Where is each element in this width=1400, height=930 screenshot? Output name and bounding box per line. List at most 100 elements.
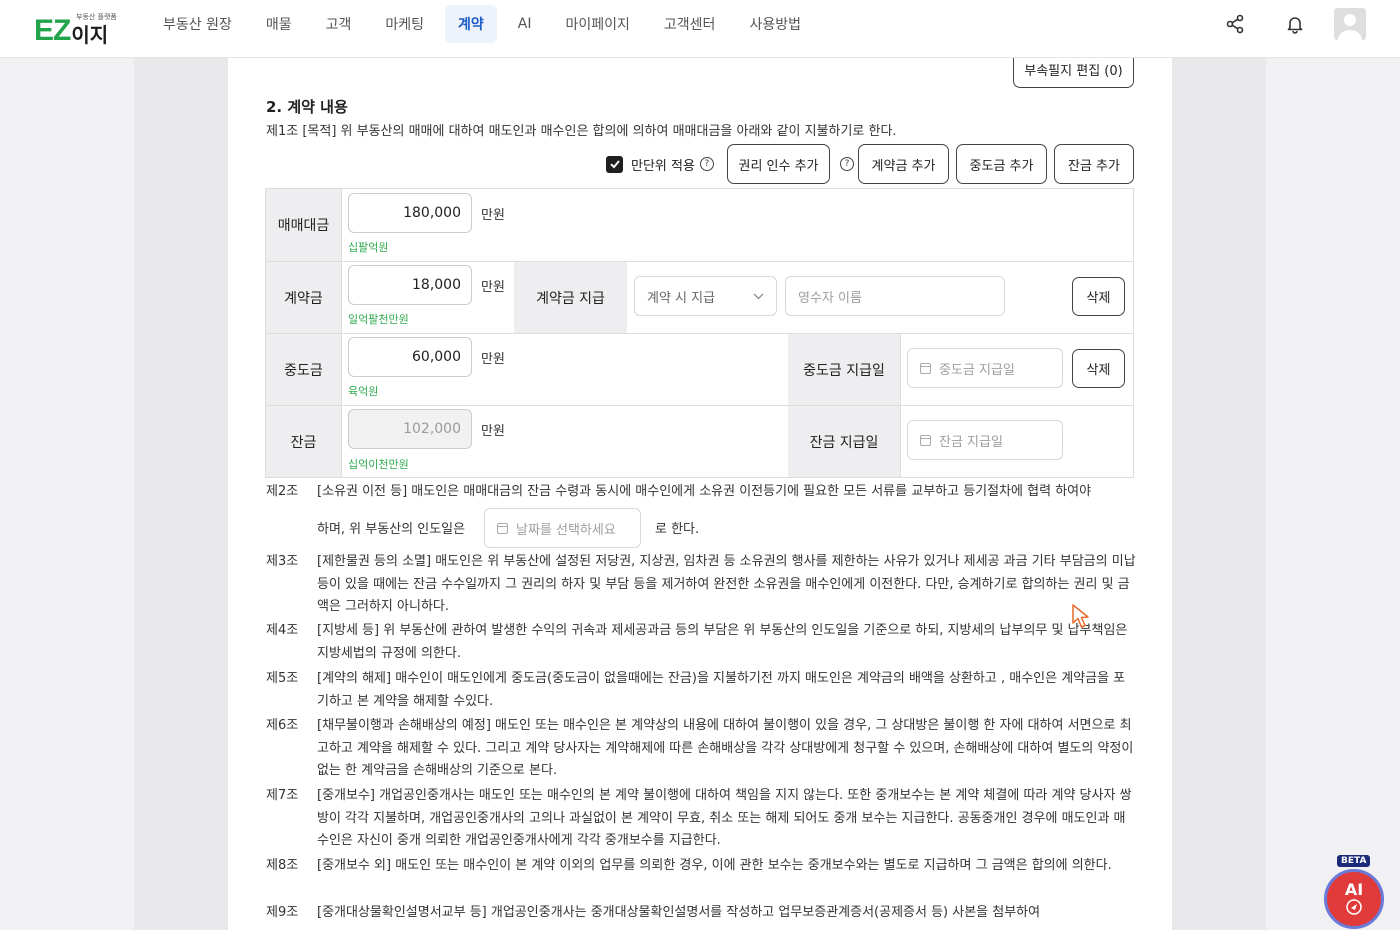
clause-number: 제7조 bbox=[266, 788, 299, 803]
middle-date-input[interactable]: 중도금 지급일 bbox=[907, 348, 1063, 388]
clause-text: [계약의 해제] 매수인이 매도인에게 중도금(중도금이 없을때에는 잔금)을 … bbox=[317, 671, 1126, 709]
delete-middle-button[interactable]: 삭제 bbox=[1072, 349, 1125, 388]
calendar-icon bbox=[920, 362, 931, 374]
row-divider bbox=[266, 261, 1133, 262]
clause-number: 제3조 bbox=[266, 554, 299, 569]
deposit-input[interactable]: 18,000 bbox=[348, 265, 472, 305]
calendar-icon bbox=[920, 434, 931, 446]
avatar[interactable] bbox=[1334, 8, 1366, 40]
receiver-name-placeholder: 영수자 이름 bbox=[798, 290, 862, 306]
clause-text: [지방세 등] 위 부동산에 관하여 발생한 수익의 귀속과 제세공과금 등의 … bbox=[317, 623, 1128, 661]
clause-3: 제3조 [제한물권 등의 소멸] 매도인은 위 부동산에 설정된 저당권, 지상… bbox=[266, 551, 1136, 619]
manwon-checkbox[interactable] bbox=[606, 155, 623, 173]
sale-price-unit: 만원 bbox=[481, 208, 505, 223]
deposit-pay-select-value: 계약 시 지급 bbox=[647, 290, 716, 306]
menu-item-contract[interactable]: 계약 bbox=[445, 5, 497, 43]
clause-2: 제2조 [소유권 이전 등] 매도인은 매매대금의 잔금 수령과 동시에 매수인… bbox=[266, 481, 1136, 504]
clause-number: 제5조 bbox=[266, 671, 299, 686]
clause-number: 제6조 bbox=[266, 718, 299, 733]
clause-text: [중개대상물확인설명서교부 등] 개업공인중개사는 중개대상물확인설명서를 작성… bbox=[317, 905, 1041, 920]
deposit-pay-label: 계약금 지급 bbox=[514, 262, 627, 333]
deposit-korean: 일억팔천만원 bbox=[348, 313, 409, 326]
section-title: 2. 계약 내용 bbox=[266, 98, 348, 116]
clause-text: [소유권 이전 등] 매도인은 매매대금의 잔금 수령과 동시에 매수인에게 소… bbox=[317, 484, 1092, 499]
row-divider bbox=[266, 333, 1133, 334]
logo-ez: EZ bbox=[34, 14, 71, 47]
menu-item-listings[interactable]: 매물 bbox=[253, 5, 305, 43]
menu-item-ai[interactable]: AI bbox=[505, 5, 545, 43]
deposit-label: 계약금 bbox=[266, 262, 341, 333]
share-icon[interactable] bbox=[1220, 9, 1250, 39]
middle-date-placeholder: 중도금 지급일 bbox=[939, 362, 1015, 378]
clause-text: [중개보수] 개업공인중개사는 매도인 또는 매수인의 본 계약 불이행에 대하… bbox=[317, 788, 1132, 848]
page-margin-right bbox=[1172, 58, 1266, 930]
clause-number: 제9조 bbox=[266, 905, 299, 920]
clause-text: [채무불이행과 손해배상의 예정] 매도인 또는 매수인은 본 계약상의 내용에… bbox=[317, 718, 1134, 778]
add-rights-button[interactable]: 권리 인수 추가 bbox=[727, 144, 830, 184]
row-divider bbox=[266, 405, 1133, 406]
clause-5: 제5조 [계약의 해제] 매수인이 매도인에게 중도금(중도금이 없을때에는 잔… bbox=[266, 668, 1136, 713]
page-margin-left bbox=[134, 58, 228, 930]
cursor-icon bbox=[1072, 604, 1089, 628]
handover-date-input[interactable]: 날짜를 선택하세요 bbox=[484, 508, 641, 548]
sale-price-label: 매매대금 bbox=[266, 189, 341, 261]
balance-date-placeholder: 잔금 지급일 bbox=[939, 434, 1003, 450]
clause-text: [중개보수 외] 매도인 또는 매수인이 본 계약 이외의 업무를 의뢰한 경우… bbox=[317, 858, 1112, 873]
menu-item-ledger[interactable]: 부동산 원장 bbox=[150, 5, 245, 43]
clause-7: 제7조 [중개보수] 개업공인중개사는 매도인 또는 매수인의 본 계약 불이행… bbox=[266, 785, 1136, 853]
manwon-label: 만단위 적용 bbox=[631, 158, 695, 174]
balance-date-label: 잔금 지급일 bbox=[788, 406, 900, 477]
menu-item-marketing[interactable]: 마케팅 bbox=[372, 5, 437, 43]
add-balance-button[interactable]: 잔금 추가 bbox=[1054, 144, 1134, 184]
balance-unit: 만원 bbox=[481, 424, 505, 439]
logo-ezi: 이지 bbox=[71, 23, 109, 47]
deposit-pay-select[interactable]: 계약 시 지급 bbox=[634, 276, 777, 316]
clause-text: [제한물권 등의 소멸] 매도인은 위 부동산에 설정된 저당권, 지상권, 임… bbox=[317, 554, 1136, 614]
menu-item-customers[interactable]: 고객 bbox=[313, 5, 365, 43]
menu-item-mypage[interactable]: 마이페이지 bbox=[553, 5, 643, 43]
clause-8: 제8조 [중개보수 외] 매도인 또는 매수인이 본 계약 이외의 업무를 의뢰… bbox=[266, 855, 1136, 878]
chevron-down-icon bbox=[753, 293, 764, 300]
handover-date-placeholder: 날짜를 선택하세요 bbox=[516, 522, 616, 538]
options-row: 만단위 적용 ? bbox=[606, 154, 714, 174]
clause-number: 제4조 bbox=[266, 623, 299, 638]
delete-deposit-button[interactable]: 삭제 bbox=[1072, 277, 1125, 316]
balance-label: 잔금 bbox=[266, 406, 341, 477]
sale-price-input[interactable]: 180,000 bbox=[348, 193, 472, 233]
sale-price-korean: 십팔억원 bbox=[348, 241, 389, 254]
balance-date-input[interactable]: 잔금 지급일 bbox=[907, 420, 1063, 460]
menu-item-support[interactable]: 고객센터 bbox=[651, 5, 729, 43]
clause-4: 제4조 [지방세 등] 위 부동산에 관하여 발생한 수익의 귀속과 제세공과금… bbox=[266, 620, 1136, 665]
chat-icon bbox=[1346, 899, 1362, 915]
add-middle-payment-button[interactable]: 중도금 추가 bbox=[956, 144, 1047, 184]
clause-number: 제2조 bbox=[266, 484, 299, 499]
clause-number: 제8조 bbox=[266, 858, 299, 873]
col-divider bbox=[341, 189, 342, 477]
clause-2-handover-suffix: 로 한다. bbox=[655, 522, 700, 537]
middle-unit: 만원 bbox=[481, 352, 505, 367]
ai-assistant-button[interactable]: AI bbox=[1324, 869, 1384, 929]
balance-input: 102,000 bbox=[348, 409, 472, 449]
article-1: 제1조 [목적] 위 부동산의 매매에 대하여 매도인과 매수인은 합의에 의하… bbox=[266, 124, 897, 139]
bell-icon[interactable] bbox=[1280, 9, 1310, 39]
deposit-unit: 만원 bbox=[481, 280, 505, 295]
middle-korean: 육억원 bbox=[348, 385, 379, 398]
beta-badge: BETA bbox=[1337, 855, 1371, 867]
menu-item-howto[interactable]: 사용방법 bbox=[736, 5, 814, 43]
top-nav: EZ 이지 부동산 플랫폼 부동산 원장 매물 고객 마케팅 계약 AI 마이페… bbox=[0, 0, 1400, 58]
balance-korean: 십억이천만원 bbox=[348, 458, 409, 471]
calendar-icon bbox=[497, 522, 508, 534]
middle-date-label: 중도금 지급일 bbox=[788, 334, 900, 405]
clause-6: 제6조 [채무불이행과 손해배상의 예정] 매도인 또는 매수인은 본 계약상의… bbox=[266, 715, 1136, 783]
rights-help-icon[interactable]: ? bbox=[840, 157, 854, 171]
middle-input[interactable]: 60,000 bbox=[348, 337, 472, 377]
logo-subtitle: 부동산 플랫폼 bbox=[76, 13, 117, 21]
col-divider bbox=[900, 334, 901, 477]
help-icon[interactable]: ? bbox=[699, 157, 714, 171]
receiver-name-input[interactable]: 영수자 이름 bbox=[785, 276, 1005, 316]
clause-2-handover-text: 하며, 위 부동산의 인도일은 bbox=[317, 522, 466, 537]
main-menu: 부동산 원장 매물 고객 마케팅 계약 AI 마이페이지 고객센터 사용방법 bbox=[150, 5, 822, 43]
logo[interactable]: EZ 이지 부동산 플랫폼 bbox=[34, 10, 117, 47]
middle-label: 중도금 bbox=[266, 334, 341, 405]
add-deposit-button[interactable]: 계약금 추가 bbox=[858, 144, 949, 184]
